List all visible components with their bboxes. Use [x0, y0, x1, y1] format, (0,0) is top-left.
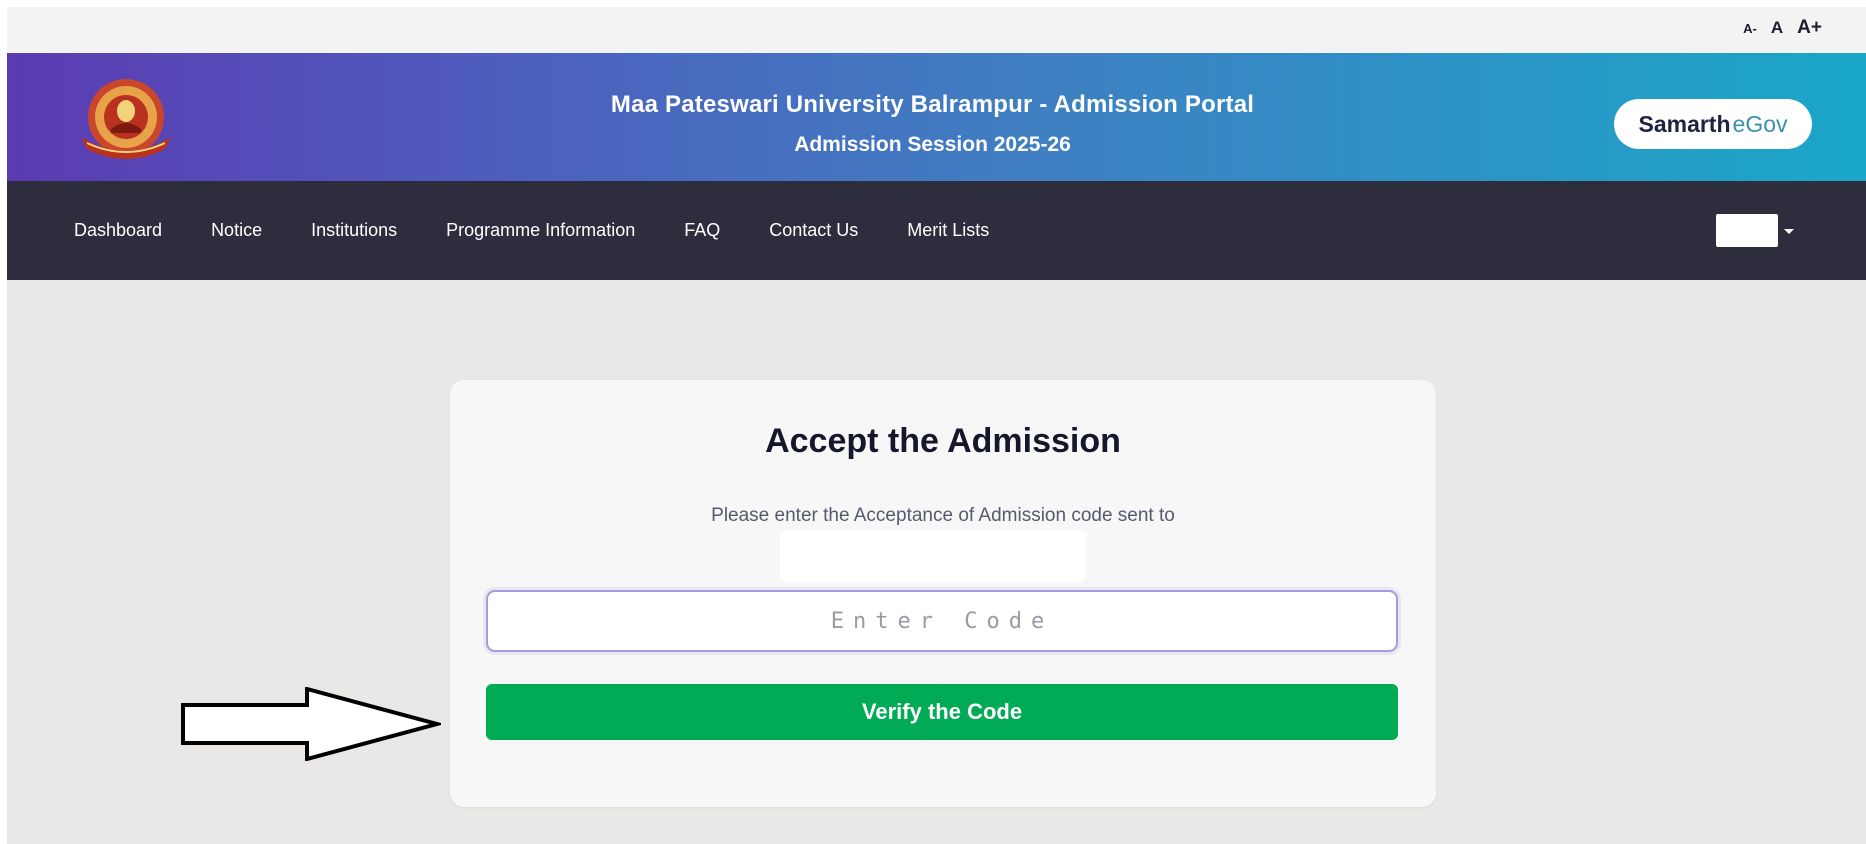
brand-part-egov: eGov [1732, 110, 1788, 137]
verify-code-button[interactable]: Verify the Code [486, 684, 1398, 740]
brand-part-samarth: Samarth [1638, 110, 1731, 137]
card-title: Accept the Admission [765, 422, 1121, 460]
accessibility-bar: A- A A+ [7, 7, 1866, 53]
admission-session: Admission Session 2025-26 [794, 133, 1071, 156]
chevron-down-icon[interactable] [1784, 229, 1794, 234]
font-size-controls: A- A A+ [1743, 17, 1822, 39]
font-normal-button[interactable]: A [1771, 18, 1783, 38]
language-select[interactable] [1716, 214, 1778, 247]
portal-title: Maa Pateswari University Balrampur - Adm… [610, 91, 1255, 118]
redacted-contact [780, 530, 1086, 582]
nav-institutions[interactable]: Institutions [311, 220, 397, 241]
main-navbar: Dashboard Notice Institutions Programme … [7, 181, 1866, 280]
accept-admission-card: Accept the Admission Please enter the Ac… [450, 380, 1436, 807]
nav-menu: Dashboard Notice Institutions Programme … [74, 181, 989, 280]
nav-merit-lists[interactable]: Merit Lists [907, 220, 989, 241]
nav-programme-information[interactable]: Programme Information [446, 220, 635, 241]
code-input[interactable] [486, 590, 1398, 652]
nav-dashboard[interactable]: Dashboard [74, 220, 162, 241]
arrow-right-icon [181, 687, 441, 761]
page: A- A A+ Maa Pateswari University Balramp… [7, 7, 1866, 844]
site-header: Maa Pateswari University Balrampur - Adm… [7, 53, 1866, 181]
samarth-egov-logo[interactable]: Samarth eGov [1614, 99, 1812, 149]
font-decrease-button[interactable]: A- [1743, 21, 1757, 36]
nav-contact-us[interactable]: Contact Us [769, 220, 858, 241]
font-increase-button[interactable]: A+ [1797, 17, 1822, 39]
nav-faq[interactable]: FAQ [684, 220, 720, 241]
card-description: Please enter the Acceptance of Admission… [711, 505, 1175, 526]
nav-notice[interactable]: Notice [211, 220, 262, 241]
